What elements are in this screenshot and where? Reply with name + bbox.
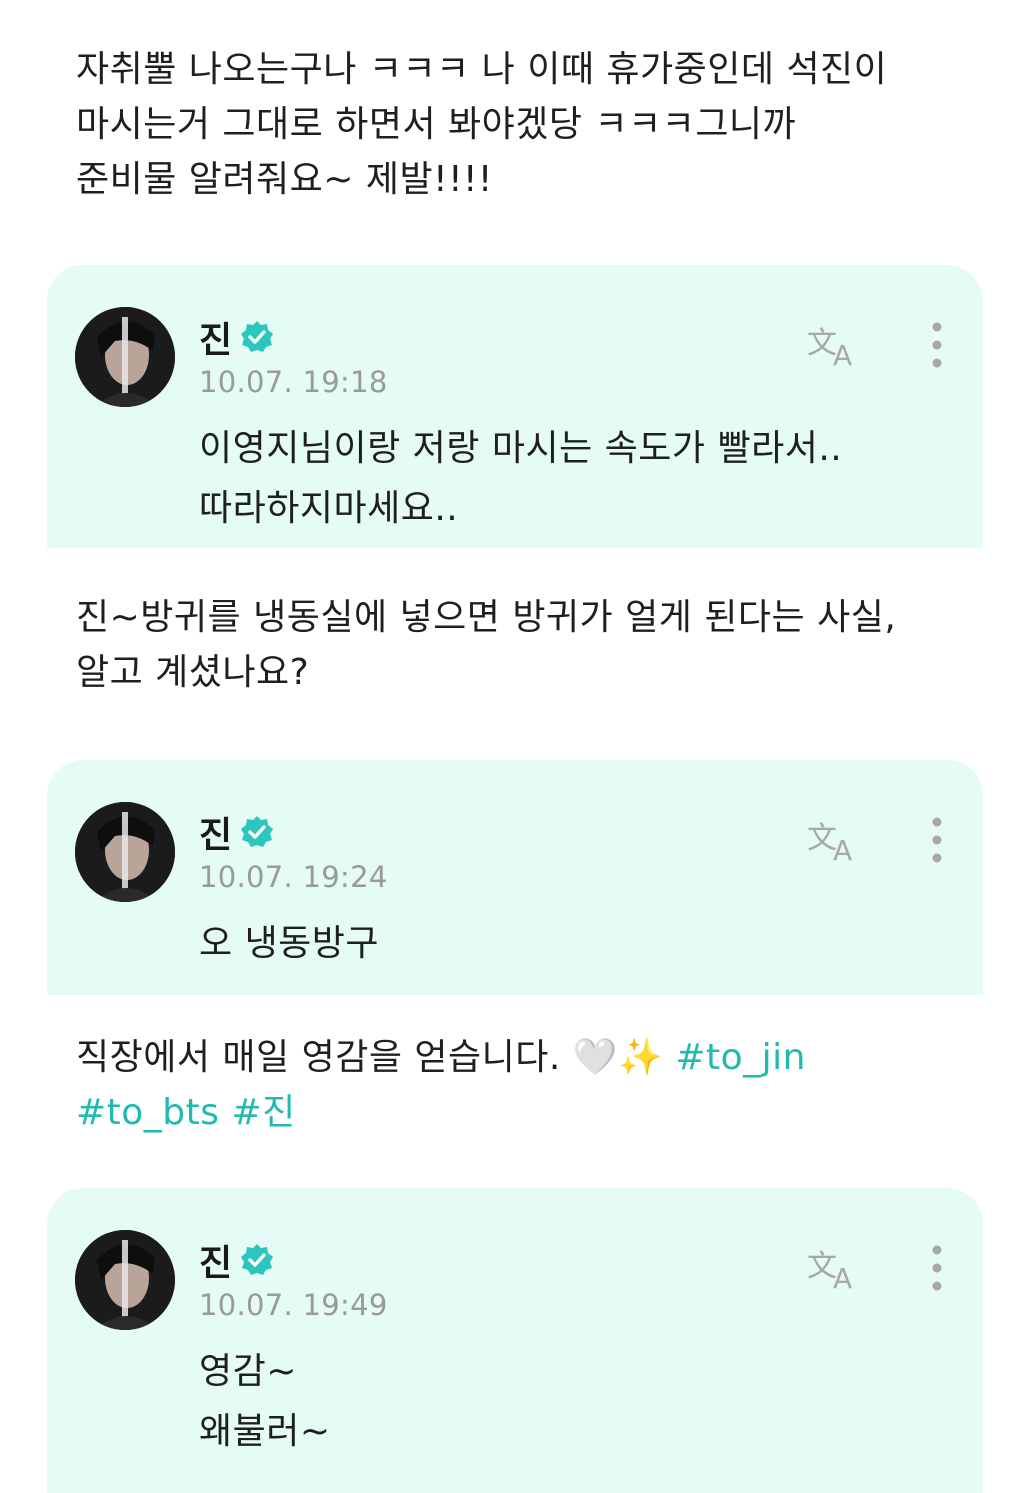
artist-reply-2: 진 10.07. 19:24 오 냉동방구 文 A xyxy=(47,760,983,995)
author-label: 진 xyxy=(199,320,233,361)
reply-text-line: 왜불러~ xyxy=(199,1411,331,1452)
translate-icon[interactable]: 文 A xyxy=(805,1242,865,1294)
reply-text-line: 이영지님이랑 저랑 마시는 속도가 빨라서.. xyxy=(199,428,843,469)
author-label: 진 xyxy=(199,815,233,856)
author-label: 진 xyxy=(199,1243,233,1284)
reply-text-line: 오 냉동방구 xyxy=(199,923,380,964)
reply-text-line: 따라하지마세요.. xyxy=(199,488,459,529)
reply-text: 이영지님이랑 저랑 마시는 속도가 빨라서.. 따라하지마세요.. xyxy=(199,419,842,539)
artist-reply-3: 진 10.07. 19:49 영감~ 왜불러~ 文 A xyxy=(47,1188,983,1493)
avatar[interactable] xyxy=(75,307,175,407)
fan-post-1: 자취뿔 나오는구나 ㅋㅋㅋ 나 이때 휴가중인데 석진이 마시는거 그대로 하면… xyxy=(76,42,976,207)
more-vertical-icon[interactable] xyxy=(925,1242,949,1294)
reply-timestamp: 10.07. 19:18 xyxy=(199,365,388,399)
reply-timestamp: 10.07. 19:49 xyxy=(199,1288,388,1322)
verified-badge-icon xyxy=(241,816,274,847)
reply-timestamp: 10.07. 19:24 xyxy=(199,860,388,894)
author-name[interactable]: 진 xyxy=(199,808,274,856)
svg-text:A: A xyxy=(833,1262,852,1294)
post-text-line: 준비물 알려줘요~ 제발!!!! xyxy=(76,159,493,200)
avatar[interactable] xyxy=(75,1230,175,1330)
post-text-line: 알고 계셨나요? xyxy=(76,652,310,693)
more-vertical-icon[interactable] xyxy=(925,814,949,866)
reply-text-line: 영감~ xyxy=(199,1351,297,1392)
verified-badge-icon xyxy=(241,1244,274,1275)
post-text: 직장에서 매일 영감을 얻습니다. 🤍✨ xyxy=(76,1037,676,1078)
verified-badge-icon xyxy=(241,321,274,352)
fan-post-3: 직장에서 매일 영감을 얻습니다. 🤍✨ #to_jin #to_bts #진 xyxy=(76,1030,976,1140)
reply-text: 오 냉동방구 xyxy=(199,914,379,974)
avatar[interactable] xyxy=(75,802,175,902)
translate-icon[interactable]: 文 A xyxy=(805,814,865,866)
post-text-line: 진~방귀를 냉동실에 넣으면 방귀가 얼게 된다는 사실, xyxy=(76,597,897,638)
svg-text:A: A xyxy=(833,339,852,371)
translate-icon[interactable]: 文 A xyxy=(805,319,865,371)
more-vertical-icon[interactable] xyxy=(925,319,949,371)
artist-reply-1: 진 10.07. 19:18 이영지님이랑 저랑 마시는 속도가 빨라서.. 따… xyxy=(47,265,983,548)
svg-text:A: A xyxy=(833,834,852,866)
author-name[interactable]: 진 xyxy=(199,1236,274,1284)
fan-post-2: 진~방귀를 냉동실에 넣으면 방귀가 얼게 된다는 사실, 알고 계셨나요? xyxy=(76,590,976,700)
hashtag-link[interactable]: #to_bts #진 xyxy=(76,1085,976,1140)
hashtag-link[interactable]: #to_jin xyxy=(675,1037,806,1078)
post-text-line: 직장에서 매일 영감을 얻습니다. 🤍✨ #to_jin xyxy=(76,1030,976,1085)
author-name[interactable]: 진 xyxy=(199,313,274,361)
reply-text: 영감~ 왜불러~ xyxy=(199,1342,331,1462)
post-text-line: 마시는거 그대로 하면서 봐야겠당 ㅋㅋㅋ그니까 xyxy=(76,104,797,145)
post-text-line: 자취뿔 나오는구나 ㅋㅋㅋ 나 이때 휴가중인데 석진이 xyxy=(76,49,888,90)
